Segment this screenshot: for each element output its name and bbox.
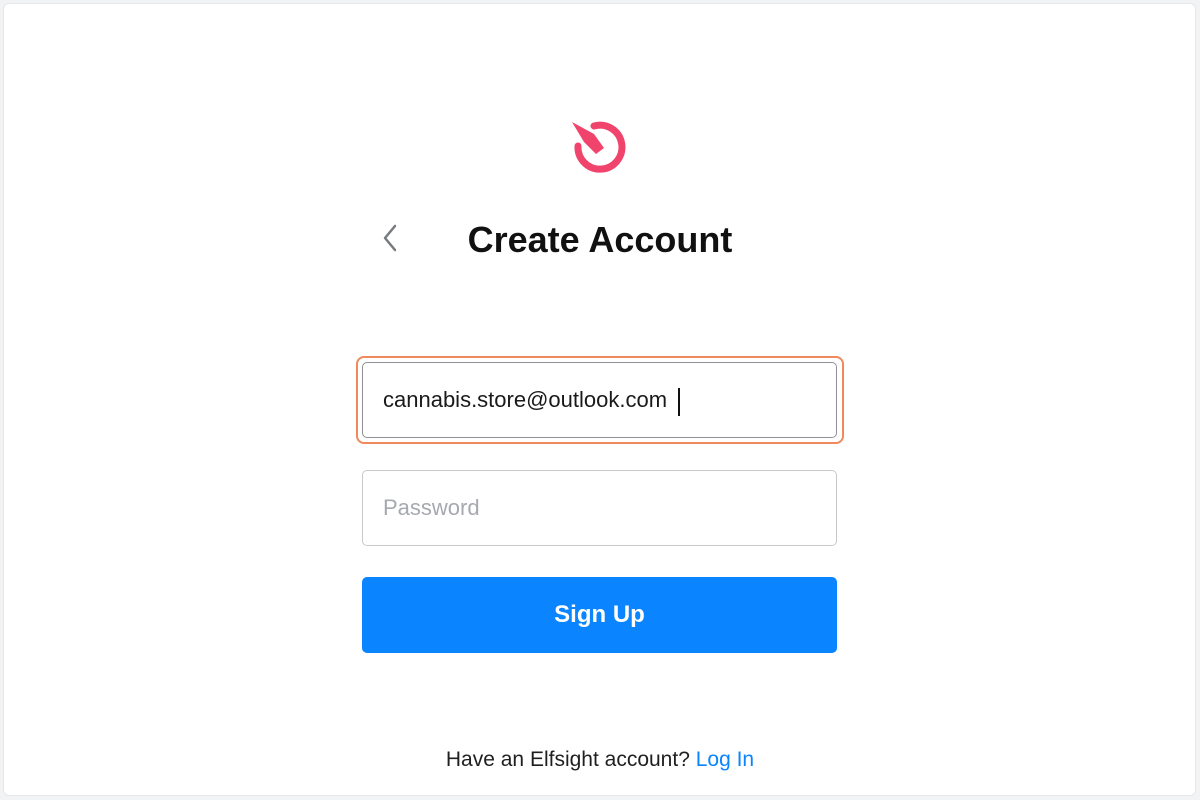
login-link[interactable]: Log In [696,748,754,771]
page-title: Create Account [467,219,733,260]
email-input[interactable] [362,362,837,438]
password-input[interactable] [362,470,837,546]
text-caret [678,388,680,416]
sign-up-button[interactable]: Sign Up [362,577,837,653]
elfsight-logo-icon [568,116,632,180]
chevron-left-icon [383,224,397,252]
login-prompt: Have an Elfsight account? Log In [0,748,1200,772]
login-prompt-text: Have an Elfsight account? [445,748,690,771]
